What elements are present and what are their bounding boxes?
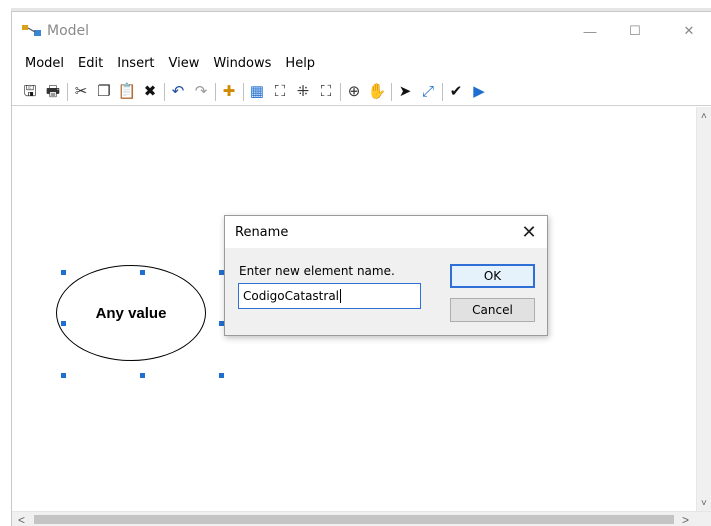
copy-icon: ❐ — [97, 83, 111, 100]
element-label: Any value — [95, 304, 167, 322]
redo-button[interactable]: ↷ — [191, 82, 211, 102]
validate-icon: ✔ — [449, 83, 463, 100]
fixed-zoom-out-button[interactable]: ⛶ — [316, 82, 336, 102]
menu-bar: Model Edit Insert View Windows Help — [12, 52, 711, 74]
text-caret — [340, 289, 341, 303]
selection-handle[interactable] — [140, 373, 145, 378]
toolbar-separator — [164, 82, 165, 101]
scroll-right-icon[interactable]: > — [682, 513, 689, 526]
cut-icon: ✂ — [74, 83, 88, 100]
paste-icon: 📋 — [117, 83, 137, 100]
element-name-input[interactable]: CodigoCatastral — [238, 283, 421, 309]
undo-icon: ↶ — [171, 83, 185, 100]
menu-view[interactable]: View — [169, 56, 200, 71]
pan-icon: ✋ — [367, 83, 387, 100]
vertical-scrollbar[interactable]: ˄ ˅ — [696, 107, 711, 511]
undo-button[interactable]: ↶ — [168, 82, 188, 102]
copy-button[interactable]: ❐ — [94, 82, 114, 102]
redo-icon: ↷ — [194, 83, 208, 100]
delete-icon: ✖ — [143, 83, 157, 100]
scroll-left-icon[interactable]: < — [18, 513, 25, 526]
dialog-title: Rename — [235, 225, 289, 240]
paste-button[interactable]: 📋 — [117, 82, 137, 102]
dialog-title-bar[interactable]: Rename ✕ — [225, 216, 547, 248]
toolbar-separator — [442, 82, 443, 101]
any-value-element[interactable]: Any value — [56, 265, 206, 361]
fixed-zoom-in-icon: ⁜ — [296, 83, 310, 100]
delete-button[interactable]: ✖ — [140, 82, 160, 102]
zoom-button[interactable]: ⊕ — [344, 82, 364, 102]
fixed-zoom-in-button[interactable]: ⁜ — [293, 82, 313, 102]
selection-handle[interactable] — [61, 373, 66, 378]
full-extent-icon: ⛶ — [274, 83, 286, 100]
add-data-button[interactable]: ✚ — [219, 82, 239, 102]
menu-insert[interactable]: Insert — [117, 56, 154, 71]
cancel-button[interactable]: Cancel — [450, 298, 535, 322]
close-button[interactable]: ✕ — [666, 12, 711, 50]
title-bar[interactable]: Model — ☐ ✕ — [12, 12, 711, 50]
window-title: Model — [47, 23, 90, 39]
menu-windows[interactable]: Windows — [213, 56, 271, 71]
auto-layout-button[interactable]: ▦ — [247, 82, 267, 102]
maximize-button[interactable]: ☐ — [612, 12, 658, 50]
selection-handle[interactable] — [219, 373, 224, 378]
minimize-button[interactable]: — — [567, 12, 613, 50]
toolbar-separator — [243, 82, 244, 101]
connect-icon: ⤢ — [421, 83, 434, 100]
zoom-icon: ⊕ — [347, 83, 361, 100]
toolbar-separator — [340, 82, 341, 101]
auto-layout-icon: ▦ — [249, 83, 265, 100]
horizontal-scrollbar[interactable]: < > — [12, 511, 711, 526]
toolbar-separator — [215, 82, 216, 101]
pan-button[interactable]: ✋ — [367, 82, 387, 102]
scroll-down-icon[interactable]: ˅ — [701, 498, 707, 509]
connect-button[interactable]: ⤢ — [418, 82, 438, 102]
save-button[interactable]: 🖫 — [20, 82, 40, 102]
dialog-close-button[interactable]: ✕ — [517, 220, 541, 244]
menu-help[interactable]: Help — [285, 56, 315, 71]
fixed-zoom-out-icon: ⛶ — [320, 83, 332, 100]
minimize-icon: — — [583, 23, 597, 39]
toolbar-separator — [67, 82, 68, 101]
horizontal-scroll-thumb[interactable] — [34, 515, 674, 524]
selection-handle[interactable] — [140, 270, 145, 275]
selection-handle[interactable] — [61, 321, 66, 326]
run-icon: ▶ — [473, 83, 485, 100]
toolbar: 🖫 🖶 ✂ ❐ 📋 ✖ ↶ ↷ ✚ ▦ ⛶ ⁜ ⛶ ⊕ ✋ ➤ ⤢ ✔ ▶ — [12, 78, 711, 106]
toolbar-separator — [391, 82, 392, 101]
element-name-value: CodigoCatastral — [243, 289, 339, 303]
ok-button[interactable]: OK — [450, 264, 535, 288]
cut-button[interactable]: ✂ — [71, 82, 91, 102]
select-icon: ➤ — [398, 83, 412, 100]
print-button[interactable]: 🖶 — [43, 82, 63, 102]
model-app-icon — [22, 24, 42, 38]
validate-button[interactable]: ✔ — [446, 82, 466, 102]
select-button[interactable]: ➤ — [395, 82, 415, 102]
print-icon: 🖶 — [45, 83, 61, 100]
maximize-icon: ☐ — [629, 23, 641, 38]
rename-dialog: Rename ✕ Enter new element name. CodigoC… — [224, 215, 548, 336]
selection-handle[interactable] — [61, 270, 66, 275]
add-data-icon: ✚ — [222, 83, 236, 100]
close-icon: ✕ — [521, 221, 537, 242]
close-icon: ✕ — [683, 23, 695, 38]
scroll-up-icon[interactable]: ˄ — [701, 111, 707, 122]
menu-edit[interactable]: Edit — [78, 56, 103, 71]
full-extent-button[interactable]: ⛶ — [270, 82, 290, 102]
menu-model[interactable]: Model — [25, 56, 64, 71]
run-button[interactable]: ▶ — [469, 82, 489, 102]
save-icon: 🖫 — [23, 83, 37, 100]
name-prompt-label: Enter new element name. — [239, 264, 395, 278]
